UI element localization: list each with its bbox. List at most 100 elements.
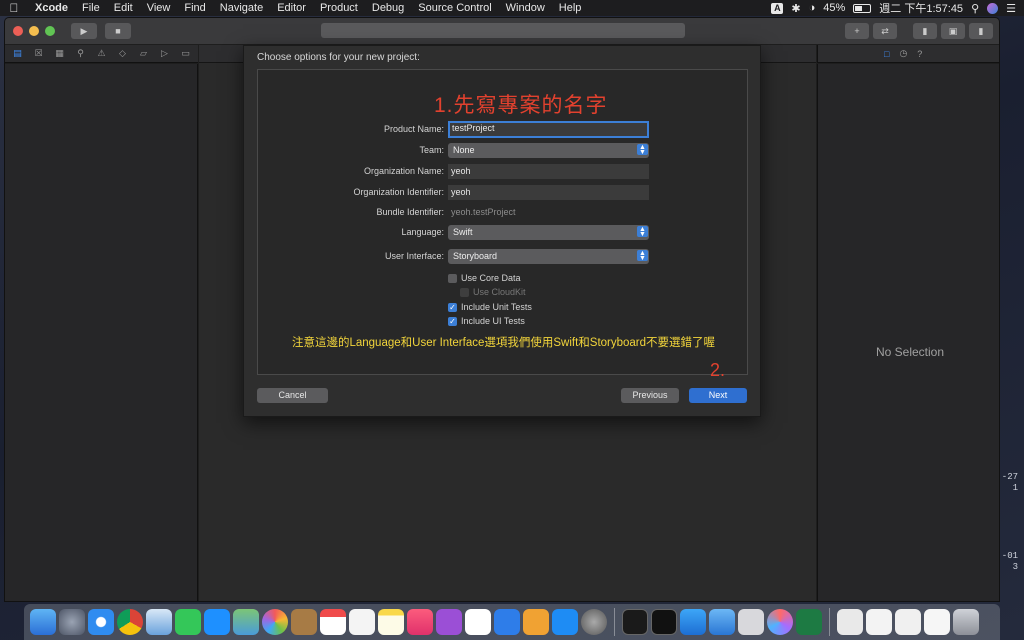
org-id-field[interactable]: yeoh xyxy=(448,185,649,200)
test-navigator-icon[interactable]: ◇ xyxy=(116,48,129,59)
notification-center-icon[interactable]: ☰ xyxy=(1006,2,1016,15)
ui-value: Storyboard xyxy=(453,251,498,261)
menu-bar:  Xcode File Edit View Find Navigate Edi… xyxy=(0,0,1024,16)
system-preferences-icon[interactable] xyxy=(581,609,607,635)
toggle-navigator-button[interactable]: ▮ xyxy=(913,23,937,39)
menu-find[interactable]: Find xyxy=(177,2,212,14)
messages-icon[interactable] xyxy=(204,609,230,635)
org-id-row: Organization Identifier: yeoh xyxy=(258,185,749,201)
battery-percent[interactable]: 45% xyxy=(823,2,845,14)
minimize-window-button[interactable] xyxy=(29,26,39,36)
keynote-icon[interactable] xyxy=(494,609,520,635)
menu-app[interactable]: Xcode xyxy=(28,2,75,14)
run-button[interactable]: ▶ xyxy=(71,23,97,39)
cancel-button[interactable]: Cancel xyxy=(257,388,328,403)
include-unit-tests-checkbox[interactable]: ✓ Include Unit Tests xyxy=(448,302,532,312)
photos-icon[interactable] xyxy=(262,609,288,635)
siri-icon[interactable] xyxy=(987,2,999,14)
code-review-button[interactable]: ⇄ xyxy=(873,23,897,39)
numbers-icon[interactable] xyxy=(465,609,491,635)
document-icon[interactable] xyxy=(895,609,921,635)
podcasts-icon[interactable] xyxy=(436,609,462,635)
menu-debug[interactable]: Debug xyxy=(365,2,411,14)
document-icon[interactable] xyxy=(924,609,950,635)
reminders-icon[interactable] xyxy=(349,609,375,635)
next-button[interactable]: Next xyxy=(689,388,747,403)
find-navigator-icon[interactable]: ⚲ xyxy=(74,48,87,59)
contacts-icon[interactable] xyxy=(291,609,317,635)
activity-monitor-icon[interactable] xyxy=(622,609,648,635)
launchpad-icon[interactable] xyxy=(59,609,85,635)
checkmark-icon: ✓ xyxy=(448,302,457,312)
previous-button[interactable]: Previous xyxy=(621,388,679,403)
notes-icon[interactable] xyxy=(378,609,404,635)
bottom-panel-icon: ▣ xyxy=(948,25,958,36)
xcode-icon[interactable] xyxy=(680,609,706,635)
org-name-label: Organization Name: xyxy=(363,166,444,176)
checkbox-label: Include UI Tests xyxy=(461,316,525,326)
use-cloudkit-checkbox[interactable]: Use CloudKit xyxy=(460,287,526,297)
menu-file[interactable]: File xyxy=(75,2,107,14)
safari-icon[interactable] xyxy=(88,609,114,635)
org-name-field[interactable]: yeoh xyxy=(448,164,649,179)
history-inspector-icon[interactable]: ◷ xyxy=(899,48,907,59)
preview-icon[interactable] xyxy=(146,609,172,635)
menu-navigate[interactable]: Navigate xyxy=(213,2,270,14)
app-store-icon[interactable] xyxy=(552,609,578,635)
menu-view[interactable]: View xyxy=(140,2,178,14)
zoom-window-button[interactable] xyxy=(45,26,55,36)
report-navigator-icon[interactable]: ▭ xyxy=(179,48,192,59)
stop-button[interactable]: ■ xyxy=(105,23,131,39)
wifi-icon[interactable]: ◑ xyxy=(809,2,816,14)
input-source-icon[interactable]: A xyxy=(771,2,784,14)
apple-menu-icon[interactable]:  xyxy=(0,1,28,15)
toggle-debug-area-button[interactable]: ▣ xyxy=(941,23,965,39)
simulator-icon[interactable] xyxy=(709,609,735,635)
popup-arrows-icon: ▲ ▼ xyxy=(637,226,648,238)
chrome-icon[interactable] xyxy=(117,609,143,635)
bluetooth-icon[interactable]: ✱ xyxy=(791,2,800,15)
quick-help-icon[interactable]: ? xyxy=(917,49,922,59)
document-icon[interactable] xyxy=(866,609,892,635)
maps-icon[interactable] xyxy=(233,609,259,635)
toggle-inspector-button[interactable]: ▮ xyxy=(969,23,993,39)
menu-help[interactable]: Help xyxy=(552,2,589,14)
calendar-icon[interactable] xyxy=(320,609,346,635)
facetime-icon[interactable] xyxy=(175,609,201,635)
symbol-navigator-icon[interactable]: ▦ xyxy=(53,48,66,59)
use-core-data-checkbox[interactable]: Use Core Data xyxy=(448,273,521,283)
menu-edit[interactable]: Edit xyxy=(107,2,140,14)
terminal-icon[interactable] xyxy=(651,609,677,635)
product-name-field[interactable]: testProject xyxy=(448,121,649,138)
menu-window[interactable]: Window xyxy=(499,2,552,14)
source-control-navigator-icon[interactable]: ☒ xyxy=(32,48,45,59)
issue-navigator-icon[interactable]: ⚠ xyxy=(95,48,108,59)
file-inspector-icon[interactable]: □ xyxy=(884,49,889,59)
navigator-panel xyxy=(5,64,198,601)
finder-icon[interactable] xyxy=(30,609,56,635)
trash-icon[interactable] xyxy=(953,609,979,635)
excel-icon[interactable] xyxy=(796,609,822,635)
debug-navigator-icon[interactable]: ▱ xyxy=(137,48,150,59)
pages-icon[interactable] xyxy=(523,609,549,635)
document-icon[interactable] xyxy=(837,609,863,635)
screenshot-icon[interactable] xyxy=(738,609,764,635)
project-navigator-icon[interactable]: ▤ xyxy=(11,48,24,59)
ui-popup[interactable]: Storyboard ▲ ▼ xyxy=(448,249,649,264)
language-popup[interactable]: Swift ▲ ▼ xyxy=(448,225,649,240)
new-project-options-sheet: Choose options for your new project: 1.先… xyxy=(243,45,761,417)
menu-product[interactable]: Product xyxy=(313,2,365,14)
library-button[interactable]: + xyxy=(845,23,869,39)
include-ui-tests-checkbox[interactable]: ✓ Include UI Tests xyxy=(448,316,525,326)
org-name-row: Organization Name: yeoh xyxy=(258,164,749,180)
menu-source-control[interactable]: Source Control xyxy=(411,2,498,14)
menu-editor[interactable]: Editor xyxy=(270,2,313,14)
clock[interactable]: 週二 下午1:57:45 xyxy=(879,0,963,16)
color-app-icon[interactable] xyxy=(767,609,793,635)
close-window-button[interactable] xyxy=(13,26,23,36)
spotlight-search-icon[interactable]: ⚲ xyxy=(971,2,979,15)
music-icon[interactable] xyxy=(407,609,433,635)
breakpoint-navigator-icon[interactable]: ▷ xyxy=(158,48,171,59)
team-popup[interactable]: None ▲ ▼ xyxy=(448,143,649,158)
battery-icon[interactable] xyxy=(853,3,872,13)
